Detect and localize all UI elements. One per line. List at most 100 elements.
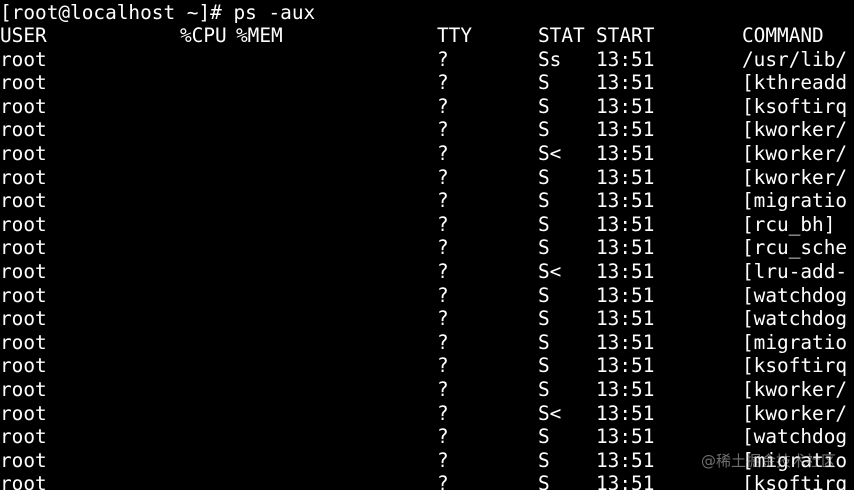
cell-user: root (0, 212, 47, 236)
cell-command: [watchdog (742, 283, 848, 307)
cell-stat: S (538, 165, 550, 189)
cell-command: [migratio (742, 330, 848, 354)
cell-start: 13:51 (596, 142, 655, 165)
cell-stat: S (538, 94, 550, 118)
cell-start: 13:51 (596, 330, 655, 354)
cell-stat: S (538, 189, 550, 213)
cell-user: root (0, 236, 47, 260)
cell-start: 13:51 (596, 354, 655, 378)
cell-user: root (0, 425, 47, 449)
cell-user: root (0, 472, 47, 490)
cell-command: [rcu_bh] (742, 212, 836, 236)
cell-tty: ? (437, 236, 449, 260)
cell-tty: ? (437, 94, 449, 118)
cell-user: root (0, 307, 47, 331)
cell-command: [kworker/ (742, 118, 848, 142)
cell-stat: S< (538, 142, 562, 165)
cell-tty: ? (437, 212, 449, 236)
cell-user: root (0, 71, 47, 95)
column-header-mem: %MEM (236, 24, 283, 47)
cell-start: 13:51 (596, 236, 655, 260)
cell-user: root (0, 448, 47, 472)
cell-stat: S (538, 378, 550, 401)
cell-tty: ? (437, 142, 449, 165)
cell-stat: S (538, 330, 550, 354)
cell-start: 13:51 (596, 401, 655, 425)
cell-tty: ? (437, 401, 449, 425)
cell-command: [ksoftirq (742, 94, 848, 118)
cell-user: root (0, 260, 47, 283)
cell-user: root (0, 118, 47, 142)
command-prompt: [root@localhost ~]# ps -aux (0, 1, 316, 24)
cell-tty: ? (437, 260, 449, 283)
cell-user: root (0, 47, 47, 71)
cell-command: [migratio (742, 189, 848, 213)
cell-tty: ? (437, 189, 449, 213)
column-header-stat: STAT (538, 24, 585, 47)
cell-stat: S (538, 283, 550, 307)
cell-command: [ksoftirq (742, 472, 848, 490)
cell-tty: ? (437, 472, 449, 490)
cell-stat: S (538, 118, 550, 142)
cell-command: [watchdog (742, 307, 848, 331)
cell-command: [kthreadd (742, 71, 848, 95)
command-prompt-line: [root@localhost ~]# ps -aux (0, 1, 315, 25)
cell-start: 13:51 (596, 307, 655, 331)
cell-command: [ksoftirq (742, 354, 848, 378)
cell-tty: ? (437, 47, 449, 71)
cell-user: root (0, 354, 47, 378)
cell-start: 13:51 (596, 94, 655, 118)
cell-stat: S (538, 425, 550, 449)
column-header-cpu: %CPU (180, 24, 227, 47)
cell-user: root (0, 189, 47, 213)
cell-tty: ? (437, 307, 449, 331)
cell-user: root (0, 330, 47, 354)
cell-start: 13:51 (596, 118, 655, 142)
cell-command: /usr/lib/ (742, 47, 848, 71)
cell-tty: ? (437, 330, 449, 354)
cell-start: 13:51 (596, 71, 655, 95)
cell-command: [lru-add- (742, 260, 848, 283)
cell-stat: S (538, 472, 550, 490)
cell-command: [kworker/ (742, 401, 848, 425)
column-header-command: COMMAND (742, 24, 824, 47)
cell-command: [kworker/ (742, 165, 848, 189)
cell-user: root (0, 94, 47, 118)
cell-stat: S< (538, 401, 562, 425)
cell-tty: ? (437, 378, 449, 401)
terminal-window[interactable]: [root@localhost ~]# ps -aux USERPID%CPU%… (0, 0, 854, 490)
cell-tty: ? (437, 165, 449, 189)
cell-start: 13:51 (596, 283, 655, 307)
cell-command: [rcu_sche (742, 236, 848, 260)
cell-command: [kworker/ (742, 142, 848, 165)
cell-start: 13:51 (596, 260, 655, 283)
cell-tty: ? (437, 448, 449, 472)
cell-user: root (0, 165, 47, 189)
column-header-start: START (596, 24, 655, 47)
cell-stat: Ss (538, 47, 562, 71)
cell-start: 13:51 (596, 47, 655, 71)
cell-user: root (0, 401, 47, 425)
cell-stat: S (538, 448, 550, 472)
cell-user: root (0, 142, 47, 165)
cell-tty: ? (437, 118, 449, 142)
watermark: @稀土掘金技术社区 (700, 452, 836, 471)
cell-start: 13:51 (596, 189, 655, 213)
cell-start: 13:51 (596, 165, 655, 189)
column-header-user: USER (0, 24, 47, 47)
cell-stat: S (538, 354, 550, 378)
cell-start: 13:51 (596, 425, 655, 449)
cell-stat: S (538, 236, 550, 260)
cell-start: 13:51 (596, 472, 655, 490)
cell-stat: S (538, 71, 550, 95)
cell-command: [watchdog (742, 425, 848, 449)
cell-start: 13:51 (596, 448, 655, 472)
cell-stat: S< (538, 260, 562, 283)
cell-tty: ? (437, 283, 449, 307)
column-header-tty: TTY (437, 24, 473, 47)
cell-tty: ? (437, 354, 449, 378)
cell-user: root (0, 283, 47, 307)
cell-command: [kworker/ (742, 378, 848, 401)
cell-tty: ? (437, 425, 449, 449)
cell-start: 13:51 (596, 212, 655, 236)
